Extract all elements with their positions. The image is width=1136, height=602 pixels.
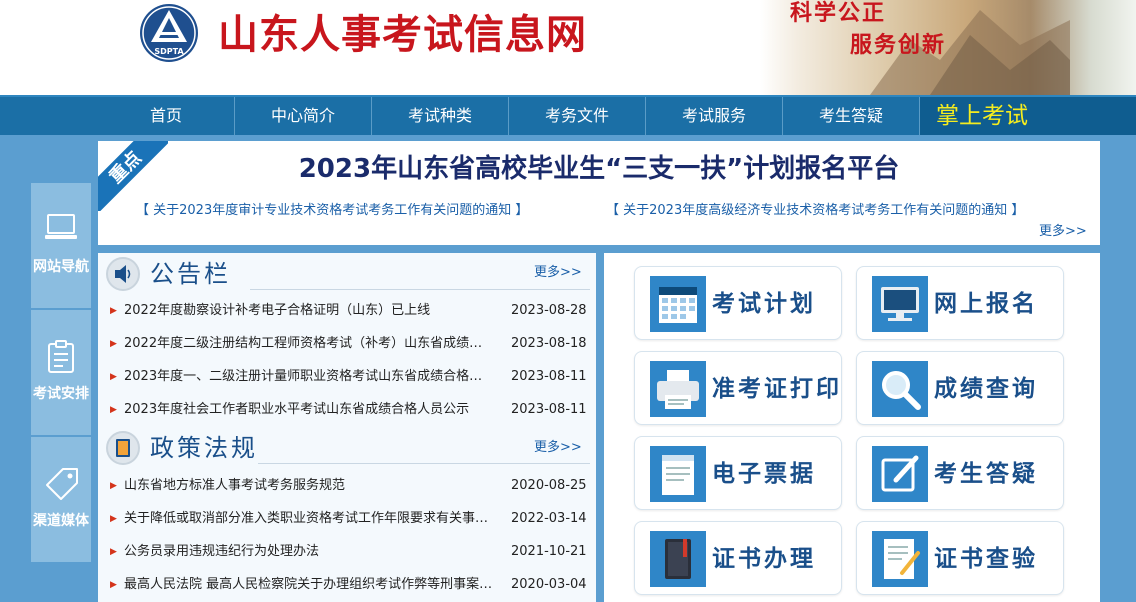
- bullet-arrow-icon: ▶: [110, 481, 117, 491]
- list-item-date: 2023-08-18: [511, 336, 587, 351]
- list-item[interactable]: ▶ 2022年度二级注册结构工程师资格考试（补考）山东省成绩合格人员公示 202…: [110, 334, 590, 354]
- tile-label: 考生答疑: [934, 460, 1038, 487]
- list-item[interactable]: ▶ 2023年度一、二级注册计量师职业资格考试山东省成绩合格人员公示 2023-…: [110, 367, 590, 387]
- list-item-date: 2023-08-11: [511, 402, 587, 417]
- list-item[interactable]: ▶ 山东省地方标准人事考试考务服务规范 2020-08-25: [110, 476, 590, 496]
- policies-title: 政策法规: [150, 434, 258, 462]
- list-item-date: 2023-08-28: [511, 303, 587, 318]
- list-item-date: 2021-10-21: [511, 544, 587, 559]
- divider: [250, 289, 590, 290]
- nav-item-mobile-exam[interactable]: 掌上考试: [920, 97, 1136, 135]
- service-certificate-verification-button[interactable]: 证书查验: [856, 521, 1064, 595]
- nav-item-exam-services[interactable]: 考试服务: [646, 97, 783, 135]
- service-candidate-faq-button[interactable]: 考生答疑: [856, 436, 1064, 510]
- pen-edit-icon: [872, 446, 928, 502]
- document-check-icon: [872, 531, 928, 587]
- list-item-title: 2022年度勘察设计补考电子合格证明（山东）已上线: [124, 303, 431, 318]
- tile-label: 考试计划: [712, 290, 816, 317]
- featured-banner: 重点 2023年山东省高校毕业生“三支一扶”计划报名平台 【 关于2023年度审…: [98, 141, 1100, 245]
- featured-title-link[interactable]: 2023年山东省高校毕业生“三支一扶”计划报名平台: [98, 152, 1100, 186]
- bullet-arrow-icon: ▶: [110, 547, 117, 557]
- nav-item-about[interactable]: 中心简介: [235, 97, 372, 135]
- sidebar-item-label: 网站导航: [33, 259, 89, 275]
- service-certificate-processing-button[interactable]: 证书办理: [634, 521, 842, 595]
- sidebar-item-exam-schedule[interactable]: 考试安排: [31, 310, 91, 435]
- tile-label: 电子票据: [712, 460, 816, 487]
- printer-icon: [650, 361, 706, 417]
- calendar-icon: [650, 276, 706, 332]
- bullet-arrow-icon: ▶: [110, 514, 117, 524]
- notice-link-economic-exam[interactable]: 【 关于2023年度高级经济专业技术资格考试考务工作有关问题的通知 】: [606, 202, 1024, 220]
- list-item[interactable]: ▶ 关于降低或取消部分准入类职业资格考试工作年限要求有关事项的通知 2022-0…: [110, 509, 590, 529]
- site-header: SDPTA 山东人事考试信息网 科学公正 服务创新: [0, 0, 1136, 95]
- receipt-icon: [650, 446, 706, 502]
- bullet-arrow-icon: ▶: [110, 372, 117, 382]
- tag-icon: [46, 468, 78, 500]
- nav-item-home[interactable]: 首页: [98, 97, 235, 135]
- list-item-title: 2022年度二级注册结构工程师资格考试（补考）山东省成绩合格人员公示: [124, 336, 494, 351]
- list-item[interactable]: ▶ 2023年度社会工作者职业水平考试山东省成绩合格人员公示 2023-08-1…: [110, 400, 590, 420]
- service-online-registration-button[interactable]: 网上报名: [856, 266, 1064, 340]
- list-item-title: 2023年度社会工作者职业水平考试山东省成绩合格人员公示: [124, 402, 470, 417]
- bullet-arrow-icon: ▶: [110, 306, 117, 316]
- service-exam-plan-button[interactable]: 考试计划: [634, 266, 842, 340]
- service-electronic-receipt-button[interactable]: 电子票据: [634, 436, 842, 510]
- site-title: 山东人事考试信息网: [218, 11, 587, 58]
- service-score-query-button[interactable]: 成绩查询: [856, 351, 1064, 425]
- list-item-date: 2020-03-04: [511, 577, 587, 592]
- nav-item-faq[interactable]: 考生答疑: [783, 97, 920, 135]
- sidebar-item-label: 考试安排: [33, 386, 89, 402]
- magnifier-icon: [872, 361, 928, 417]
- list-item-title: 关于降低或取消部分准入类职业资格考试工作年限要求有关事项的通知: [124, 511, 494, 526]
- tile-label: 证书查验: [934, 545, 1038, 572]
- policies-more-link[interactable]: 更多>>: [534, 439, 582, 457]
- notice-link-audit-exam[interactable]: 【 关于2023年度审计专业技术资格考试考务工作有关问题的通知 】: [136, 202, 528, 220]
- nav-mobile-label: 掌上考试: [936, 103, 1028, 129]
- bullet-arrow-icon: ▶: [110, 405, 117, 415]
- monitor-icon: [872, 276, 928, 332]
- announcements-title: 公告栏: [150, 260, 231, 288]
- logo-emblem[interactable]: SDPTA: [137, 2, 201, 64]
- list-item-date: 2023-08-11: [511, 369, 587, 384]
- tile-label: 网上报名: [934, 290, 1038, 317]
- tile-label: 证书办理: [712, 545, 816, 572]
- clipboard-icon: [48, 340, 74, 373]
- list-item[interactable]: ▶ 公务员录用违规违纪行为处理办法 2021-10-21: [110, 542, 590, 562]
- divider: [258, 463, 590, 464]
- main-nav: 首页 中心简介 考试种类 考务文件 考试服务 考生答疑 掌上考试: [0, 95, 1136, 135]
- service-admission-ticket-print-button[interactable]: 准考证打印: [634, 351, 842, 425]
- book-icon: [106, 431, 140, 465]
- news-panel: 公告栏 更多>> ▶ 2022年度勘察设计补考电子合格证明（山东）已上线 202…: [98, 253, 596, 602]
- nav-item-exam-types[interactable]: 考试种类: [372, 97, 509, 135]
- services-panel: 考试计划 网上报名 准考证打印 成绩查询 电子票据 考生答疑 证书办理 证书查验: [604, 253, 1100, 602]
- slogan-line2: 服务创新: [850, 32, 947, 58]
- sidebar-item-label: 渠道媒体: [33, 513, 89, 529]
- list-item-title: 公务员录用违规违纪行为处理办法: [124, 544, 320, 559]
- sidebar-item-site-nav[interactable]: 网站导航: [31, 183, 91, 308]
- monitor-icon: [45, 214, 77, 239]
- sidebar-item-media-channels[interactable]: 渠道媒体: [31, 437, 91, 562]
- list-item-date: 2020-08-25: [511, 478, 587, 493]
- list-item[interactable]: ▶ 2022年度勘察设计补考电子合格证明（山东）已上线 2023-08-28: [110, 301, 590, 321]
- announcements-more-link[interactable]: 更多>>: [534, 264, 582, 282]
- list-item-title: 最高人民法院 最高人民检察院关于办理组织考试作弊等刑事案件适用法律若干问题的解释: [124, 577, 494, 592]
- bullet-arrow-icon: ▶: [110, 580, 117, 590]
- list-item-date: 2022-03-14: [511, 511, 587, 526]
- list-item[interactable]: ▶ 最高人民法院 最高人民检察院关于办理组织考试作弊等刑事案件适用法律若干问题的…: [110, 575, 590, 595]
- certificate-book-icon: [650, 531, 706, 587]
- speaker-icon: [106, 257, 140, 291]
- nav-item-exam-documents[interactable]: 考务文件: [509, 97, 646, 135]
- tile-label: 成绩查询: [934, 375, 1038, 402]
- tile-label: 准考证打印: [712, 375, 842, 402]
- list-item-title: 2023年度一、二级注册计量师职业资格考试山东省成绩合格人员公示: [124, 369, 494, 384]
- slogan-line1: 科学公正: [790, 0, 887, 26]
- bullet-arrow-icon: ▶: [110, 339, 117, 349]
- logo-text: SDPTA: [154, 47, 184, 56]
- list-item-title: 山东省地方标准人事考试考务服务规范: [124, 478, 346, 493]
- featured-more-link[interactable]: 更多>>: [1039, 223, 1087, 241]
